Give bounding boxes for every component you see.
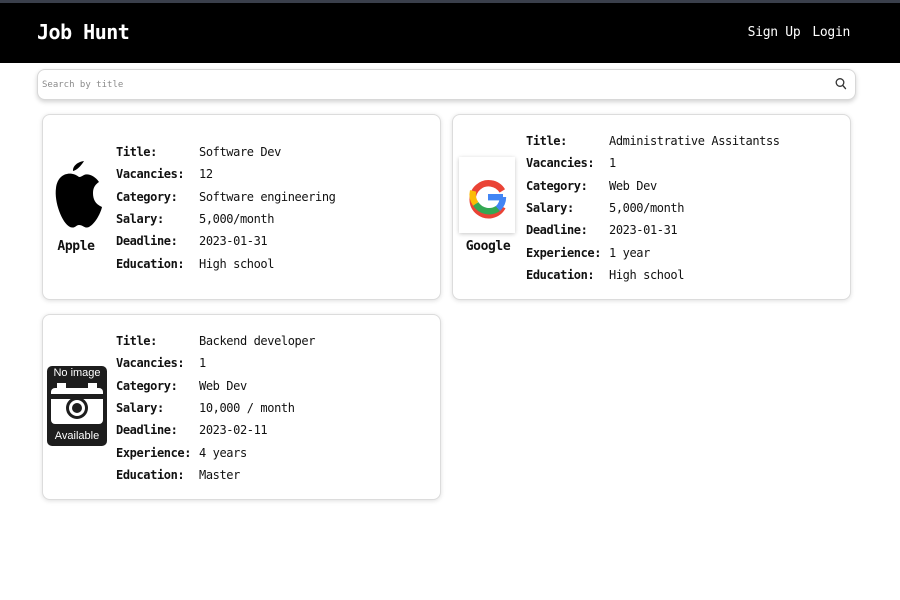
field-label: Education: <box>116 256 185 271</box>
field-education: Education: High school <box>526 264 780 286</box>
field-title: Title: Software Dev <box>116 141 336 163</box>
field-value: 10,000 / month <box>199 401 295 416</box>
field-value: 1 <box>609 156 616 171</box>
field-education: Education: High school <box>116 252 336 274</box>
field-value: 5,000/month <box>609 201 685 216</box>
field-vacancies: Vacancies: 1 <box>526 152 780 174</box>
field-label: Experience: <box>526 245 602 260</box>
search-icon[interactable] <box>835 77 847 91</box>
field-label: Deadline: <box>116 234 178 249</box>
field-value: 1 <box>199 356 206 371</box>
field-salary: Salary: 10,000 / month <box>116 397 315 419</box>
field-label: Salary: <box>116 401 164 416</box>
field-value: 5,000/month <box>199 212 275 227</box>
field-value: 4 years <box>199 445 247 460</box>
field-label: Title: <box>116 334 157 349</box>
field-deadline: Deadline: 2023-02-11 <box>116 419 315 441</box>
field-category: Category: Software engineering <box>116 186 336 208</box>
field-category: Category: Web Dev <box>116 375 315 397</box>
signup-link[interactable]: Sign Up <box>748 25 801 40</box>
field-value: 1 year <box>609 245 650 260</box>
job-card[interactable]: Apple Title: Software Dev Vacancies: 12 Ca… <box>42 114 441 300</box>
field-experience: Experience: 4 years <box>116 441 315 463</box>
job-details: Title: Software Dev Vacancies: 12 Category… <box>116 141 336 275</box>
field-value: Web Dev <box>609 178 657 193</box>
job-card[interactable]: Google Title: Administrative Assitantss V… <box>452 114 851 300</box>
field-experience: Experience: 1 year <box>526 241 780 263</box>
company-name: Google <box>465 239 511 254</box>
job-details: Title: Administrative Assitantss Vacancie… <box>526 130 780 286</box>
field-label: Salary: <box>116 212 164 227</box>
field-salary: Salary: 5,000/month <box>116 208 336 230</box>
field-value: 2023-02-11 <box>199 423 268 438</box>
no-image-text: Available <box>54 430 100 442</box>
nav-links: Sign Up Login <box>748 25 851 40</box>
field-deadline: Deadline: 2023-01-31 <box>116 230 336 252</box>
field-value: Backend developer <box>199 334 316 349</box>
top-navbar: Job Hunt Sign Up Login <box>0 0 900 63</box>
field-label: Vacancies: <box>116 356 185 371</box>
field-value: Software Dev <box>199 145 281 160</box>
apple-logo-icon <box>55 161 102 228</box>
field-value: 2023-01-31 <box>609 223 678 238</box>
brand-title[interactable]: Job Hunt <box>37 20 130 44</box>
job-card[interactable]: No image Available Title: Backend develop… <box>42 314 441 500</box>
field-value: 2023-01-31 <box>199 234 268 249</box>
search-input[interactable] <box>42 76 822 94</box>
search-bar <box>37 69 856 100</box>
field-vacancies: Vacancies: 12 <box>116 163 336 185</box>
field-value: Web Dev <box>199 378 247 393</box>
field-value: Administrative Assitantss <box>609 134 780 149</box>
field-category: Category: Web Dev <box>526 175 780 197</box>
job-details: Title: Backend developer Vacancies: 1 Cate… <box>116 330 315 486</box>
field-label: Salary: <box>526 201 574 216</box>
field-vacancies: Vacancies: 1 <box>116 352 315 374</box>
field-label: Title: <box>116 145 157 160</box>
company-logo <box>459 157 521 233</box>
field-label: Experience: <box>116 445 192 460</box>
company-logo <box>48 157 110 233</box>
google-logo-frame <box>459 157 515 233</box>
field-label: Vacancies: <box>526 156 595 171</box>
login-link[interactable]: Login <box>812 25 850 40</box>
field-deadline: Deadline: 2023-01-31 <box>526 219 780 241</box>
field-salary: Salary: 5,000/month <box>526 197 780 219</box>
field-label: Education: <box>526 267 595 282</box>
field-value: High school <box>199 256 275 271</box>
field-title: Title: Administrative Assitantss <box>526 130 780 152</box>
field-label: Education: <box>116 467 185 482</box>
field-value: Software engineering <box>199 189 336 204</box>
field-label: Category: <box>116 189 178 204</box>
field-label: Vacancies: <box>116 167 185 182</box>
field-label: Category: <box>116 378 178 393</box>
field-title: Title: Backend developer <box>116 330 315 352</box>
field-label: Deadline: <box>526 223 588 238</box>
company-logo: No image Available <box>47 366 107 446</box>
field-label: Title: <box>526 134 567 149</box>
field-value: 12 <box>199 167 213 182</box>
field-value: Master <box>199 467 240 482</box>
google-logo-icon <box>469 180 507 219</box>
field-label: Category: <box>526 178 588 193</box>
no-image-placeholder: No image Available <box>47 366 107 446</box>
field-value: High school <box>609 267 685 282</box>
field-label: Deadline: <box>116 423 178 438</box>
company-name: Apple <box>57 239 95 254</box>
field-education: Education: Master <box>116 464 315 486</box>
